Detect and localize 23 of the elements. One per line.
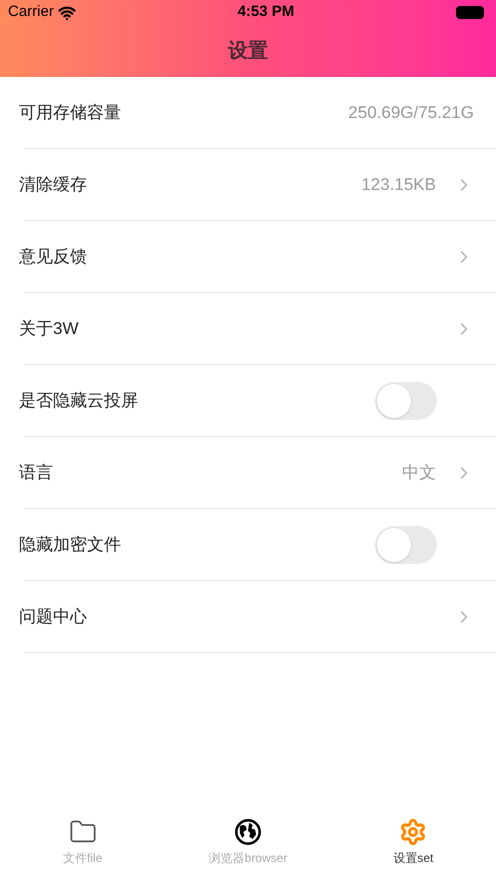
setting-label: 是否隐藏云投屏	[19, 390, 139, 412]
toggle-switch[interactable]	[375, 382, 437, 420]
tab-item[interactable]: 文件file	[0, 818, 166, 867]
setting-label: 问题中心	[19, 606, 88, 628]
setting-label: 语言	[19, 462, 54, 484]
setting-label: 可用存储容量	[19, 102, 122, 124]
setting-label: 关于3W	[19, 318, 80, 340]
tab-item[interactable]: 浏览器browser	[165, 818, 331, 867]
setting-value: 中文	[402, 462, 436, 484]
setting-label: 清除缓存	[19, 174, 88, 196]
setting-value: 123.15KB	[361, 174, 436, 196]
setting-label: 意见反馈	[19, 246, 88, 268]
carrier-label: Carrier	[8, 2, 54, 22]
battery-icon	[456, 6, 484, 19]
wifi-icon	[58, 4, 76, 22]
status-time: 4:53 PM	[238, 2, 294, 22]
globe-icon	[234, 818, 262, 846]
tab-item[interactable]: 设置set	[330, 818, 496, 867]
setting-value: 250.69G/75.21G	[348, 102, 474, 124]
gear-icon	[399, 818, 428, 846]
page-title: 设置	[228, 39, 268, 64]
toggle-switch[interactable]	[375, 526, 437, 564]
setting-label: 隐藏加密文件	[19, 534, 122, 556]
